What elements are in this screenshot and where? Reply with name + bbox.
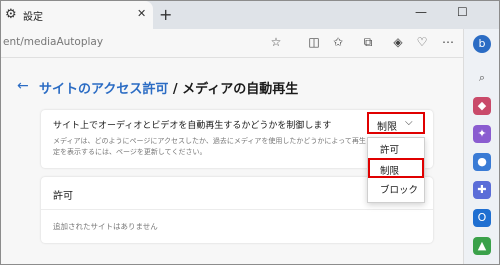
settings-tab[interactable]: ⚙ 設定 ✕: [1, 1, 153, 29]
address-bar: ent/mediaAutoplay ☆ ◫ ✩ ⧉ ◈ ♡ ⋯: [1, 29, 463, 58]
allow-section-label: 許可: [53, 191, 73, 202]
outlook-icon[interactable]: O: [473, 209, 491, 227]
menu-item-limit[interactable]: 制限: [368, 158, 424, 178]
autoplay-dropdown[interactable]: 制限 ⌵: [367, 112, 425, 134]
back-arrow-icon[interactable]: ←: [17, 78, 29, 94]
page-title-text: メディアの自動再生: [182, 82, 299, 97]
close-tab-icon[interactable]: ✕: [137, 7, 146, 20]
menu-item-limit-label: 制限: [380, 166, 400, 177]
games-icon[interactable]: ✚: [473, 181, 491, 199]
autoplay-setting-label: サイト上でオーディオとビデオを自動再生するかどうかを制御します: [53, 121, 332, 131]
page-title: サイトのアクセス許可 / メディアの自動再生: [39, 78, 298, 97]
copilot-icon[interactable]: b: [473, 35, 491, 53]
person-icon[interactable]: ●: [473, 153, 491, 171]
menu-item-block[interactable]: ブロック: [380, 182, 418, 196]
right-sidebar: b ⌕ ◆ ✦ ● ✚ O ▲: [463, 29, 499, 264]
allow-empty-text: 追加されたサイトはありません: [53, 222, 158, 231]
browser-essentials-icon[interactable]: ♡: [415, 35, 429, 49]
section-divider: [41, 209, 433, 210]
shopping-icon[interactable]: ◆: [473, 97, 491, 115]
chevron-down-icon: ⌵: [405, 117, 413, 128]
autoplay-dropdown-menu: 許可 制限 ブロック: [367, 137, 425, 203]
autoplay-setting-description: メディアは、どのようにページにアクセスしたか、過去にメディアを使用したかどうかに…: [53, 136, 373, 158]
collections-icon[interactable]: ⧉: [361, 35, 375, 49]
breadcrumb-link[interactable]: サイトのアクセス許可: [39, 82, 168, 97]
gear-icon: ⚙: [5, 7, 17, 22]
minimize-button[interactable]: —: [415, 5, 427, 19]
search-icon[interactable]: ⌕: [473, 69, 491, 87]
description-line-2: 定を表示するには、ページを更新してください。: [53, 148, 207, 156]
title-bar: ⚙ 設定 ✕ + — ☐: [1, 1, 499, 29]
tab-title: 設定: [23, 12, 43, 23]
maximize-button[interactable]: ☐: [457, 5, 468, 19]
split-screen-icon[interactable]: ◫: [307, 35, 321, 49]
new-tab-button[interactable]: +: [159, 5, 172, 24]
more-menu-icon[interactable]: ⋯: [441, 35, 455, 49]
menu-item-allow[interactable]: 許可: [380, 142, 399, 156]
breadcrumb-separator: /: [168, 82, 183, 97]
star-icon[interactable]: ☆: [269, 35, 283, 49]
dropdown-selected-value: 制限: [377, 122, 397, 133]
url-text[interactable]: ent/mediaAutoplay: [3, 36, 103, 48]
browser-window: ⚙ 設定 ✕ + — ☐ ent/mediaAutoplay ☆ ◫ ✩ ⧉ ◈…: [0, 0, 500, 265]
favorites-icon[interactable]: ✩: [331, 35, 345, 49]
extension-icon[interactable]: ◈: [391, 35, 405, 49]
tree-icon[interactable]: ▲: [473, 237, 491, 255]
tools-icon[interactable]: ✦: [473, 125, 491, 143]
description-line-1: メディアは、どのようにページにアクセスしたか、過去にメディアを使用したかどうかに…: [53, 137, 373, 145]
